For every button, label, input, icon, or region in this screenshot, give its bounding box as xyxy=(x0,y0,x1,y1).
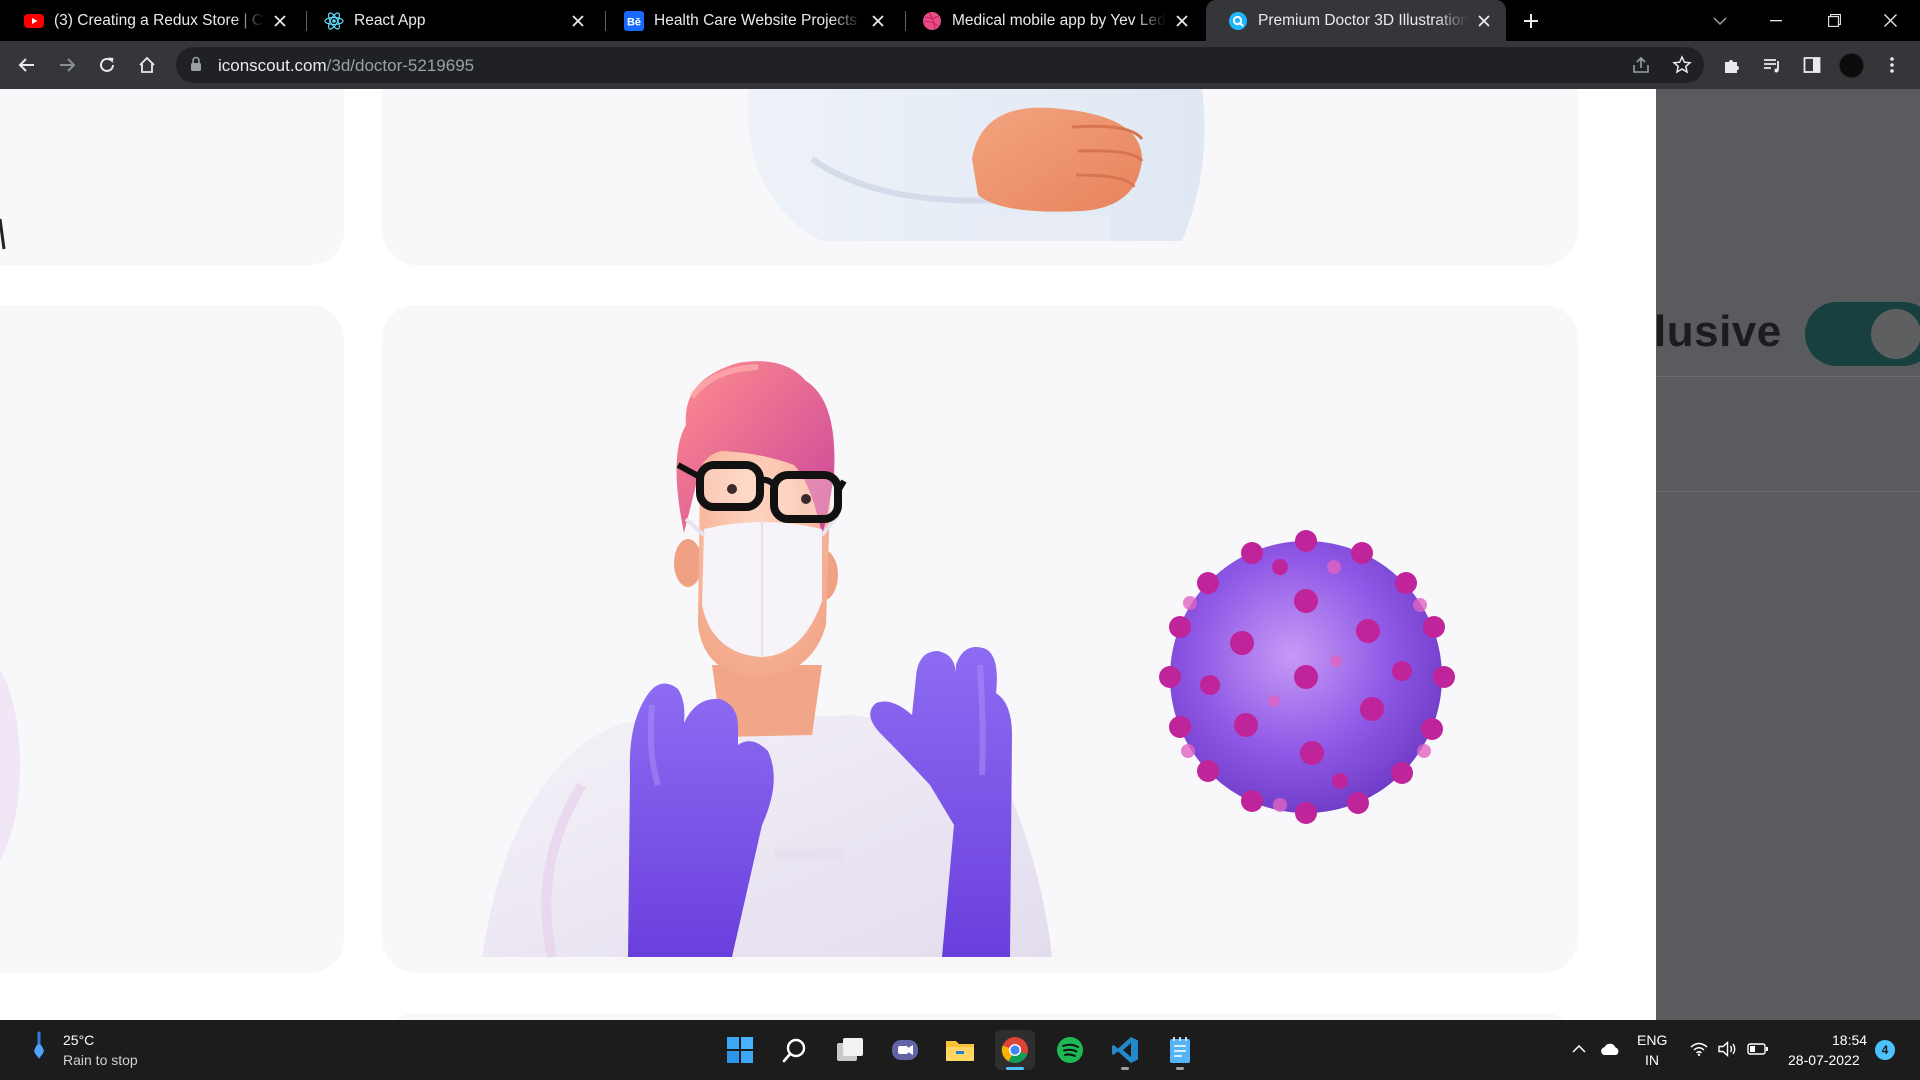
battery-icon[interactable] xyxy=(1746,1037,1770,1061)
exclusive-label: lusive xyxy=(1654,307,1782,356)
tab-strip: (3) Creating a Redux Store | Com React A… xyxy=(0,0,1920,41)
tab-title: Premium Doctor 3D Illustration d xyxy=(1258,11,1468,29)
minimize-button[interactable] xyxy=(1748,0,1804,41)
doctor-gloves-virus-card[interactable] xyxy=(382,305,1578,973)
home-button[interactable] xyxy=(131,49,163,81)
close-tab-icon[interactable] xyxy=(1474,11,1494,31)
forward-button[interactable] xyxy=(51,49,83,81)
task-view-icon[interactable] xyxy=(830,1030,870,1070)
side-panel-icon[interactable] xyxy=(1796,49,1828,81)
svg-text:Bē: Bē xyxy=(627,16,641,28)
behance-icon: Bē xyxy=(624,10,644,31)
virus-graphic xyxy=(1159,530,1455,824)
language-indicator[interactable]: ENG xyxy=(1637,1032,1667,1048)
chrome-icon[interactable] xyxy=(995,1030,1035,1070)
toggle-knob xyxy=(1871,309,1920,359)
spotify-icon[interactable] xyxy=(1050,1030,1090,1070)
back-button[interactable] xyxy=(11,49,43,81)
close-window-button[interactable] xyxy=(1862,0,1918,41)
bookmark-star-icon[interactable] xyxy=(1670,53,1694,77)
clock-date[interactable]: 28-07-2022 xyxy=(1788,1052,1860,1068)
close-tab-icon[interactable] xyxy=(868,11,888,31)
onedrive-cloud-icon[interactable] xyxy=(1598,1037,1622,1061)
wifi-icon[interactable] xyxy=(1687,1037,1711,1061)
language-region[interactable]: IN xyxy=(1645,1052,1659,1068)
url-host: iconscout.com xyxy=(218,56,327,75)
reload-button[interactable] xyxy=(91,49,123,81)
illustration-card-left-top[interactable] xyxy=(0,89,344,265)
media-playlist-icon[interactable] xyxy=(1756,49,1788,81)
new-tab-button[interactable] xyxy=(1518,8,1544,34)
tab-dribbble[interactable]: Medical mobile app by Yev Leder xyxy=(900,0,1204,41)
url-path: /3d/doctor-5219695 xyxy=(326,56,475,75)
doctor-arms-crossed-illustration xyxy=(747,89,1205,241)
chrome-menu-icon[interactable] xyxy=(1876,49,1908,81)
close-tab-icon[interactable] xyxy=(568,11,588,31)
illustration-fragment xyxy=(0,669,20,861)
vscode-icon[interactable] xyxy=(1105,1030,1145,1070)
tab-behance[interactable]: Bē Health Care Website Projects | Ph xyxy=(602,0,900,41)
tab-title: React App xyxy=(354,11,426,29)
volume-icon[interactable] xyxy=(1716,1037,1740,1061)
exclusive-toggle[interactable] xyxy=(1805,302,1920,366)
tab-title: Medical mobile app by Yev Leder xyxy=(952,11,1166,29)
tab-iconscout[interactable]: Premium Doctor 3D Illustration d xyxy=(1206,0,1506,41)
notification-badge[interactable]: 4 xyxy=(1875,1040,1895,1060)
address-bar[interactable]: iconscout.com/3d/doctor-5219695 xyxy=(176,47,1704,83)
teams-chat-icon[interactable] xyxy=(885,1030,925,1070)
extensions-puzzle-icon[interactable] xyxy=(1716,49,1748,81)
panel-divider xyxy=(1656,376,1920,377)
rain-weather-icon[interactable] xyxy=(30,1031,48,1070)
file-explorer-icon[interactable] xyxy=(940,1030,980,1070)
tab-title: (3) Creating a Redux Store | Com xyxy=(54,11,264,29)
doctor-gloves-virus-illustration xyxy=(482,361,1455,959)
windows-taskbar: 25°C Rain to stop ENG IN 18:54 28-07-202… xyxy=(0,1020,1920,1080)
url-text: iconscout.com/3d/doctor-5219695 xyxy=(218,56,474,76)
youtube-icon xyxy=(24,11,44,31)
lock-icon[interactable] xyxy=(190,56,202,77)
close-tab-icon[interactable] xyxy=(270,11,290,31)
chevron-up-icon[interactable] xyxy=(1567,1037,1591,1061)
clock-time[interactable]: 18:54 xyxy=(1832,1032,1867,1048)
tab-title: Health Care Website Projects | Ph xyxy=(654,11,862,29)
restore-button[interactable] xyxy=(1806,0,1862,41)
share-icon[interactable] xyxy=(1629,53,1653,77)
illustration-card-next-row[interactable] xyxy=(382,1013,1578,1020)
weather-temperature[interactable]: 25°C xyxy=(63,1032,94,1048)
tab-react-app[interactable]: React App xyxy=(302,0,600,41)
tab-search-icon[interactable] xyxy=(1692,0,1748,41)
page-content: lusive xyxy=(0,89,1920,1020)
weather-description[interactable]: Rain to stop xyxy=(63,1052,138,1068)
filter-panel-overlay xyxy=(1656,89,1920,1020)
notepad-icon[interactable] xyxy=(1160,1030,1200,1070)
profile-avatar[interactable] xyxy=(1839,53,1864,78)
tab-youtube[interactable]: (3) Creating a Redux Store | Com xyxy=(2,0,302,41)
browser-toolbar: iconscout.com/3d/doctor-5219695 xyxy=(0,41,1920,89)
windows-start-icon[interactable] xyxy=(720,1030,760,1070)
doctor-arms-crossed-card[interactable] xyxy=(382,89,1578,265)
panel-divider xyxy=(1656,491,1920,492)
illustration-fragment xyxy=(0,218,6,250)
iconscout-icon xyxy=(1228,11,1248,31)
illustration-card-left-bottom[interactable] xyxy=(0,305,344,973)
search-icon[interactable] xyxy=(775,1030,815,1070)
react-icon xyxy=(324,11,344,31)
dribbble-icon xyxy=(922,11,942,31)
close-tab-icon[interactable] xyxy=(1172,11,1192,31)
